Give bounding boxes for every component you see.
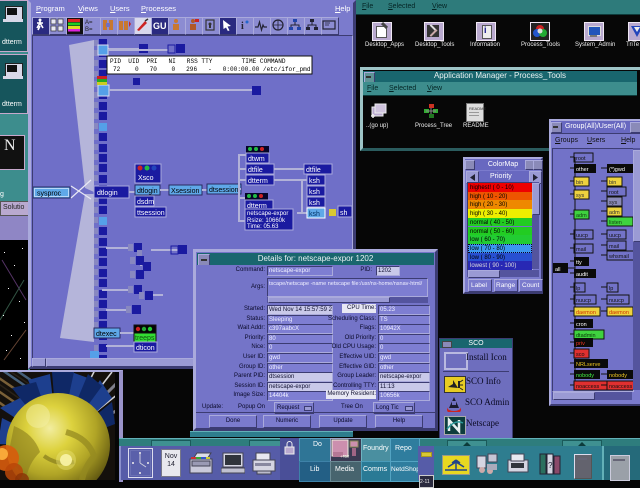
svg-text:B=: B= [85, 27, 93, 32]
svg-text:sys: sys [576, 193, 585, 199]
svg-text:mail: mail [609, 244, 619, 250]
svg-text:netscape-expor: netscape-expor [247, 211, 288, 217]
svg-text:ksh: ksh [309, 211, 320, 218]
svg-text:mail: mail [576, 247, 586, 253]
svg-text:ksh: ksh [309, 200, 320, 207]
svg-text:sco: sco [576, 352, 585, 358]
svg-text:ksh: ksh [309, 189, 320, 196]
svg-text:dtfile: dtfile [306, 167, 321, 174]
svg-text:dtlogin: dtlogin [137, 188, 158, 195]
svg-text:+%#: +%# [340, 454, 350, 459]
svg-text:Time: 05.63: Time: 05.63 [247, 224, 279, 230]
svg-text:Xsession: Xsession [171, 188, 200, 195]
svg-text:ksh: ksh [309, 178, 320, 185]
svg-text:dtfile: dtfile [248, 167, 263, 174]
svg-text:noaccess: noaccess [609, 384, 632, 390]
svg-text:dtexec: dtexec [96, 331, 117, 338]
svg-text:nobody: nobody [609, 373, 627, 379]
svg-text:lp: lp [576, 286, 580, 292]
svg-text:root: root [609, 190, 619, 196]
svg-text:dsdm: dsdm [137, 199, 154, 206]
svg-text:dtsession: dtsession [209, 187, 239, 194]
svg-text:adm: adm [609, 210, 620, 216]
svg-text:sh: sh [340, 210, 348, 217]
svg-text:dtlogin: dtlogin [97, 190, 118, 197]
svg-text:(*)gwd: (*)gwd [609, 167, 625, 173]
svg-text:GU: GU [153, 21, 166, 31]
svg-text:audit: audit [576, 272, 588, 278]
svg-text:treeps: treeps [135, 335, 155, 342]
svg-text:ttsession: ttsession [137, 210, 165, 217]
svg-text:daemon: daemon [609, 310, 629, 316]
svg-text:nuucp: nuucp [609, 298, 624, 304]
svg-text:NRLserve: NRLserve [576, 362, 600, 368]
svg-text:all: all [555, 267, 561, 273]
svg-text:uucp: uucp [609, 233, 621, 239]
svg-text:noaccess: noaccess [576, 384, 599, 390]
svg-text:dtterm: dtterm [248, 178, 268, 185]
svg-text:dtwm: dtwm [248, 156, 265, 163]
svg-text:PID UID PRI NI RSS TTY: PID UID PRI NI RSS TTY TIME COMMAND [110, 58, 286, 65]
svg-text:listen: listen [609, 220, 622, 226]
svg-text:tty: tty [576, 260, 582, 266]
svg-text:adm: adm [576, 213, 587, 219]
svg-text:?: ? [548, 461, 553, 470]
svg-text:lp: lp [609, 286, 613, 292]
svg-text:bin: bin [609, 180, 616, 186]
svg-text:priv: priv [576, 341, 585, 347]
svg-text:other: other [576, 167, 589, 173]
svg-text:uucp: uucp [576, 233, 588, 239]
svg-text:72 0 70 0 296 -: 72 0 70 0 296 - 0:00:00.00 /etc/ifor_pmd [113, 66, 311, 73]
svg-text:dticon: dticon [136, 345, 155, 352]
svg-text:sysproc: sysproc [37, 191, 62, 198]
svg-text:whsmail: whsmail [608, 254, 629, 260]
svg-text:nuucp: nuucp [576, 298, 591, 304]
svg-text:A=: A= [85, 20, 93, 26]
svg-text:cron: cron [576, 322, 587, 328]
svg-text:daemon: daemon [576, 310, 596, 316]
svg-text:nobody: nobody [576, 373, 594, 379]
svg-text:root: root [576, 156, 586, 162]
svg-text:sys: sys [609, 200, 618, 206]
svg-text:i: i [241, 21, 244, 32]
svg-text:bin: bin [576, 180, 583, 186]
svg-text:Xsco: Xsco [138, 175, 154, 182]
